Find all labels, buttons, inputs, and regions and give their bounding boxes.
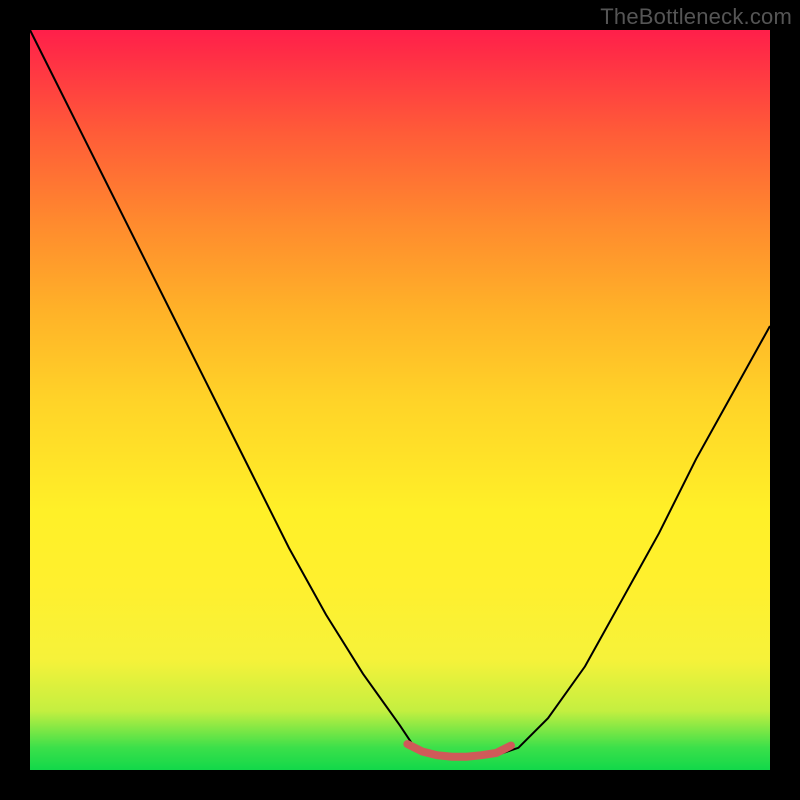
sweet-spot-band-path	[407, 744, 511, 757]
watermark-text: TheBottleneck.com	[600, 4, 792, 30]
plot-area	[30, 30, 770, 770]
bottleneck-curve-path	[30, 30, 770, 755]
chart-frame: TheBottleneck.com	[0, 0, 800, 800]
curve-svg	[30, 30, 770, 770]
